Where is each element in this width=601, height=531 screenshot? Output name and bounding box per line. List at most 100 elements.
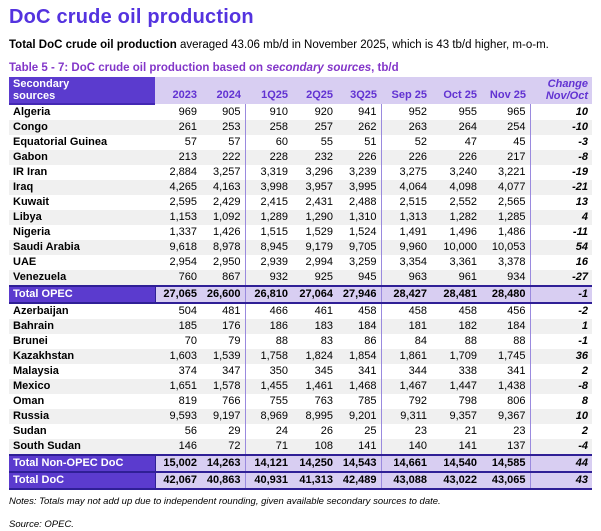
cell-nov-25: 1,486 [481,225,531,240]
total-row: Total OPEC 27,065 26,600 26,810 27,064 27,946… [9,285,592,304]
cell-2024: 1,426 [201,225,246,240]
row-label: Venezuela [9,270,155,286]
cell-1q25: 88 [245,334,292,349]
cell-2q25: 8,995 [292,409,337,424]
cell-2023: 1,651 [155,379,201,394]
cell-1q25: 755 [245,394,292,409]
cell-3q25: 785 [337,394,382,409]
cell-2q25: 41,313 [292,471,337,490]
cell-2023: 9,593 [155,409,201,424]
cell-2023: 57 [155,135,201,150]
cell-oct-25: 182 [431,319,481,334]
row-label: Oman [9,394,155,409]
cell-change: -2 [530,303,592,319]
cell-change: 2 [530,364,592,379]
cell-2q25: 1,529 [292,225,337,240]
cell-change: 10 [530,104,592,120]
cell-oct-25: 3,240 [431,165,481,180]
cell-2q25: 3,296 [292,165,337,180]
cell-2024: 2,950 [201,255,246,270]
caption-prefix: Table 5 - 7: DoC crude oil production ba… [9,62,267,74]
cell-3q25: 1,468 [337,379,382,394]
cell-oct-25: 955 [431,104,481,120]
cell-1q25: 910 [245,104,292,120]
cell-1q25: 932 [245,270,292,286]
cell-2q25: 257 [292,120,337,135]
cell-nov-25: 14,585 [481,454,531,473]
cell-2024: 905 [201,104,246,120]
cell-2024: 3,257 [201,165,246,180]
cell-2024: 72 [201,439,246,455]
cell-2023: 15,002 [155,454,201,473]
table-row: Oman 819 766 755 763 785 792 798 806 8 [9,394,592,409]
cell-sep-25: 2,515 [381,195,431,210]
cell-nov-25: 934 [481,270,531,286]
cell-2024: 4,163 [201,180,246,195]
row-label: Congo [9,120,155,135]
cell-change: -1 [530,334,592,349]
cell-change: -1 [530,285,592,304]
caption-suffix: , tb/d [371,62,399,74]
cell-nov-25: 2,565 [481,195,531,210]
cell-oct-25: 4,098 [431,180,481,195]
cell-2024: 1,539 [201,349,246,364]
cell-1q25: 2,415 [245,195,292,210]
cell-sep-25: 52 [381,135,431,150]
header-label-line1: Secondary [13,78,70,90]
cell-1q25: 40,931 [245,471,292,490]
cell-sep-25: 963 [381,270,431,286]
cell-change: -3 [530,135,592,150]
row-label: IR Iran [9,165,155,180]
cell-oct-25: 1,496 [431,225,481,240]
page-title: DoC crude oil production [9,6,254,28]
cell-change: -19 [530,165,592,180]
cell-sep-25: 1,861 [381,349,431,364]
cell-2024: 57 [201,135,246,150]
table-row: Russia 9,593 9,197 8,969 8,995 9,201 9,311 9,35… [9,409,592,424]
cell-1q25: 71 [245,439,292,455]
cell-nov-25: 1,438 [481,379,531,394]
cell-change: 43 [530,471,592,490]
cell-sep-25: 84 [381,334,431,349]
cell-3q25: 184 [337,319,382,334]
row-label: Algeria [9,104,155,120]
cell-nov-25: 43,065 [481,471,531,490]
cell-2023: 1,153 [155,210,201,225]
table-row: Brunei 70 79 88 83 86 84 88 88 -1 [9,334,592,349]
summary-bold-text: Total DoC crude oil production [9,39,177,51]
cell-sep-25: 9,960 [381,240,431,255]
cell-change: 2 [530,424,592,439]
cell-2q25: 27,064 [292,285,337,304]
cell-1q25: 8,969 [245,409,292,424]
cell-2024: 766 [201,394,246,409]
row-label: Bahrain [9,319,155,334]
cell-3q25: 14,543 [337,454,382,473]
row-label: Total Non-OPEC DoC [9,454,156,473]
cell-2q25: 1,461 [292,379,337,394]
table-row: UAE 2,954 2,950 2,939 2,994 3,259 3,354 3,361 3,… [9,255,592,270]
cell-2q25: 1,290 [292,210,337,225]
cell-sep-25: 28,427 [381,285,431,304]
table-row: Kuwait 2,595 2,429 2,415 2,431 2,488 2,515 2,55… [9,195,592,210]
row-label: Saudi Arabia [9,240,155,255]
row-label: Azerbaijan [9,303,155,319]
table-header: Secondary sources 2023 2024 1Q25 2Q25 3Q… [9,77,592,105]
cell-2023: 9,618 [155,240,201,255]
cell-2q25: 925 [292,270,337,286]
cell-3q25: 86 [337,334,382,349]
cell-2023: 2,954 [155,255,201,270]
row-label: Brunei [9,334,155,349]
cell-1q25: 14,121 [245,454,292,473]
cell-sep-25: 1,491 [381,225,431,240]
table-row: Kazakhstan 1,603 1,539 1,758 1,824 1,854 1,861… [9,349,592,364]
cell-2024: 14,263 [201,454,246,473]
cell-2q25: 763 [292,394,337,409]
cell-2q25: 55 [292,135,337,150]
cell-2023: 2,884 [155,165,201,180]
cell-sep-25: 140 [381,439,431,455]
cell-2q25: 83 [292,334,337,349]
cell-3q25: 458 [337,303,382,319]
cell-nov-25: 45 [481,135,531,150]
cell-sep-25: 1,467 [381,379,431,394]
cell-1q25: 466 [245,303,292,319]
